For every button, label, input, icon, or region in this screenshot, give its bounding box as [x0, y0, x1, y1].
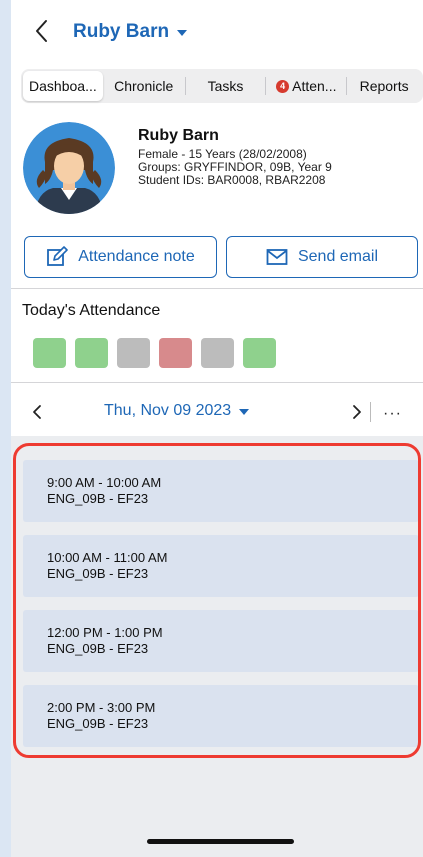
caret-down-icon — [177, 30, 188, 36]
student-name: Ruby Barn — [138, 127, 219, 144]
edit-note-icon — [47, 246, 69, 266]
chevron-left-icon[interactable] — [31, 18, 53, 44]
date-picker[interactable]: Thu, Nov 09 2023 — [104, 402, 250, 420]
chevron-right-icon[interactable] — [351, 404, 363, 420]
lesson-class: ENG_09B - EF23 — [47, 641, 149, 656]
tab-label: Tasks — [207, 78, 244, 94]
tab-dashboard[interactable]: Dashboa... — [23, 71, 103, 101]
lesson-card[interactable]: 10:00 AM - 11:00 AM ENG_09B - EF23 — [23, 535, 419, 597]
section-divider — [11, 382, 423, 383]
avatar — [23, 122, 115, 214]
notification-badge: 4 — [276, 79, 290, 93]
tab-label: Atten... — [292, 78, 337, 94]
student-profile: Ruby Barn Female - 15 Years (28/02/2008)… — [11, 112, 423, 222]
attendance-marks — [33, 338, 276, 368]
attendance-note-label: Attendance note — [78, 248, 195, 265]
caret-down-icon — [239, 409, 250, 415]
send-email-button[interactable]: Send email — [226, 236, 418, 278]
lesson-card[interactable]: 12:00 PM - 1:00 PM ENG_09B - EF23 — [23, 610, 419, 672]
attendance-note-button[interactable]: Attendance note — [24, 236, 217, 278]
lesson-time: 12:00 PM - 1:00 PM — [47, 625, 163, 640]
tab-attendance[interactable]: 4 Atten... — [266, 71, 346, 101]
lesson-time: 9:00 AM - 10:00 AM — [47, 475, 162, 490]
chevron-left-icon[interactable] — [31, 404, 43, 420]
student-info: Ruby Barn Female - 15 Years (28/02/2008)… — [138, 127, 332, 187]
datebar-divider — [370, 402, 371, 422]
send-email-label: Send email — [297, 248, 379, 265]
selected-date: Thu, Nov 09 2023 — [104, 402, 232, 419]
tab-label: Reports — [359, 78, 409, 94]
attendance-mark — [75, 338, 108, 368]
tab-bar: Dashboa... Chronicle Tasks 4 Atten... Re… — [21, 69, 423, 103]
lesson-card[interactable]: 2:00 PM - 3:00 PM ENG_09B - EF23 — [23, 685, 419, 747]
more-icon[interactable]: ··· — [383, 405, 402, 423]
lesson-class: ENG_09B - EF23 — [47, 566, 149, 581]
attendance-title: Today's Attendance — [22, 302, 161, 319]
lesson-time: 10:00 AM - 11:00 AM — [47, 550, 168, 565]
envelope-icon — [266, 249, 288, 265]
attendance-mark — [33, 338, 66, 368]
lesson-class: ENG_09B - EF23 — [47, 716, 149, 731]
student-ids: Student IDs: BAR0008, RBAR2208 — [138, 173, 326, 187]
section-divider — [11, 288, 423, 289]
tab-tasks[interactable]: Tasks — [186, 71, 266, 101]
phone-screen: Ruby Barn Dashboa... Chronicle Tasks 4 A… — [11, 0, 423, 857]
lesson-class: ENG_09B - EF23 — [47, 491, 149, 506]
home-indicator[interactable] — [147, 839, 294, 844]
attendance-mark — [117, 338, 150, 368]
page-title: Ruby Barn — [73, 21, 170, 42]
attendance-mark — [159, 338, 192, 368]
tab-chronicle[interactable]: Chronicle — [103, 71, 185, 101]
attendance-mark — [201, 338, 234, 368]
attendance-mark — [243, 338, 276, 368]
date-navigator: Thu, Nov 09 2023 ··· — [11, 392, 423, 434]
tab-label: Dashboa... — [29, 78, 97, 94]
tab-reports[interactable]: Reports — [347, 71, 421, 101]
lesson-card[interactable]: 9:00 AM - 10:00 AM ENG_09B - EF23 — [23, 460, 419, 522]
lesson-time: 2:00 PM - 3:00 PM — [47, 700, 156, 715]
student-selector[interactable]: Ruby Barn — [73, 21, 188, 43]
tab-label: Chronicle — [114, 78, 174, 94]
